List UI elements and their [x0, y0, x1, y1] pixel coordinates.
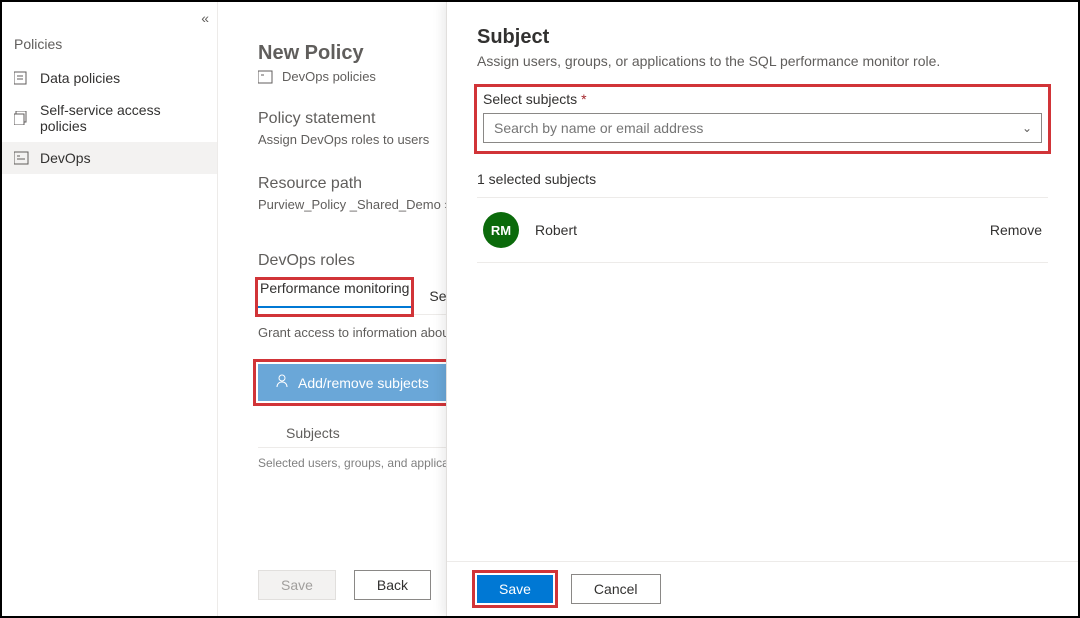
- sidebar-item-label: DevOps: [40, 150, 91, 166]
- person-icon: [276, 374, 290, 391]
- policies-sidebar: « Policies Data policies Self-service ac…: [2, 2, 218, 616]
- panel-subtitle: Assign users, groups, or applications to…: [477, 53, 1048, 69]
- policy-icon: [258, 70, 274, 84]
- remove-subject-link[interactable]: Remove: [990, 222, 1042, 238]
- required-asterisk: *: [581, 91, 586, 107]
- select-subjects-label: Select subjects*: [483, 91, 1042, 107]
- panel-title: Subject: [477, 26, 1048, 49]
- chevron-down-icon[interactable]: ⌄: [1022, 121, 1032, 135]
- breadcrumb-text: DevOps policies: [282, 69, 376, 84]
- panel-footer: Save Cancel: [447, 561, 1078, 616]
- devops-icon: [14, 151, 30, 165]
- save-button-main: Save: [258, 570, 336, 600]
- selected-subjects-count: 1 selected subjects: [477, 171, 1048, 187]
- sidebar-item-self-service[interactable]: Self-service access policies: [2, 94, 217, 142]
- sidebar-item-devops[interactable]: DevOps: [2, 142, 217, 174]
- cancel-button[interactable]: Cancel: [571, 574, 661, 604]
- sidebar-title: Policies: [2, 32, 217, 62]
- tab-performance-monitoring[interactable]: Performance monitoring: [258, 272, 411, 308]
- sidebar-item-data-policies[interactable]: Data policies: [2, 62, 217, 94]
- selected-subjects-list: RM Robert Remove: [477, 197, 1048, 263]
- search-subjects-input[interactable]: [483, 113, 1042, 143]
- add-remove-subjects-button[interactable]: Add/remove subjects: [258, 364, 447, 401]
- subject-row: RM Robert Remove: [477, 197, 1048, 263]
- add-remove-subjects-label: Add/remove subjects: [298, 375, 429, 391]
- sidebar-item-label: Data policies: [40, 70, 120, 86]
- avatar: RM: [483, 212, 519, 248]
- document-icon: [14, 71, 30, 85]
- sidebar-collapse-icon[interactable]: «: [2, 10, 217, 32]
- subject-panel: Subject Assign users, groups, or applica…: [446, 2, 1078, 616]
- subject-name: Robert: [535, 222, 990, 238]
- back-button[interactable]: Back: [354, 570, 431, 600]
- sidebar-item-label: Self-service access policies: [40, 102, 205, 134]
- documents-icon: [14, 111, 30, 125]
- save-button[interactable]: Save: [477, 575, 553, 603]
- main-footer: Save Back: [258, 570, 431, 600]
- search-subjects-wrap: ⌄: [483, 113, 1042, 143]
